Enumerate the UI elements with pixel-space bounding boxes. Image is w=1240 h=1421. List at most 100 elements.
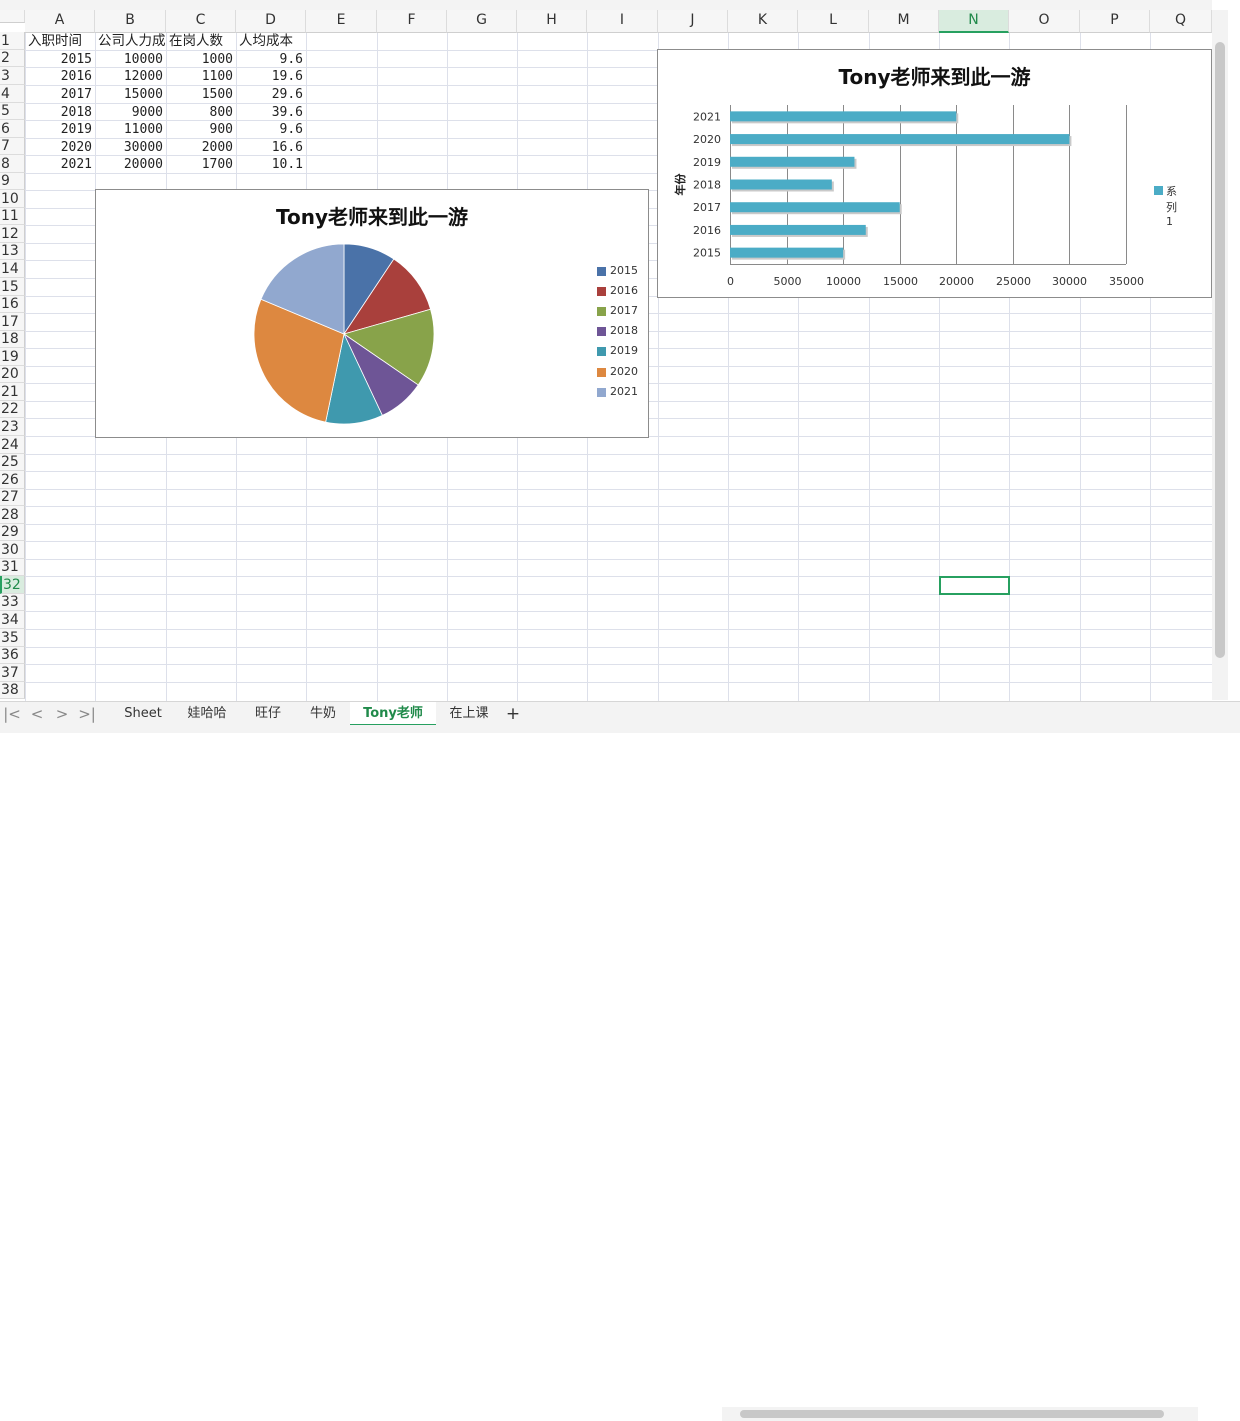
row-header-15[interactable]: 15: [0, 278, 25, 296]
column-header-d[interactable]: D: [236, 10, 306, 33]
column-header-g[interactable]: G: [447, 10, 517, 33]
row-header-20[interactable]: 20: [0, 366, 25, 383]
row-header-6[interactable]: 6: [0, 120, 25, 138]
data-cell[interactable]: 19.6: [237, 68, 306, 85]
row-header-9[interactable]: 9: [0, 173, 25, 190]
column-header-l[interactable]: L: [798, 10, 869, 33]
row-header-14[interactable]: 14: [0, 260, 25, 278]
column-header-m[interactable]: M: [869, 10, 939, 33]
vertical-scrollbar-thumb[interactable]: [1215, 42, 1225, 658]
header-cell[interactable]: 人均成本: [237, 33, 308, 50]
row-header-27[interactable]: 27: [0, 489, 25, 506]
column-header-j[interactable]: J: [658, 10, 728, 33]
tab-wangzai[interactable]: 旺仔: [240, 702, 296, 726]
row-header-11[interactable]: 11: [0, 208, 25, 225]
data-cell[interactable]: 10000: [96, 51, 166, 68]
data-cell[interactable]: 9.6: [237, 121, 306, 138]
row-header-1[interactable]: 1: [0, 32, 25, 50]
data-cell[interactable]: 30000: [96, 139, 166, 156]
row-header-22[interactable]: 22: [0, 401, 25, 418]
column-header-h[interactable]: H: [517, 10, 587, 33]
row-header-26[interactable]: 26: [0, 471, 25, 489]
data-cell[interactable]: 1700: [167, 156, 236, 173]
row-header-12[interactable]: 12: [0, 225, 25, 243]
data-cell[interactable]: 900: [167, 121, 236, 138]
row-header-3[interactable]: 3: [0, 67, 25, 85]
column-header-q[interactable]: Q: [1150, 10, 1212, 33]
data-cell[interactable]: 800: [167, 104, 236, 121]
row-header-24[interactable]: 24: [0, 436, 25, 454]
data-cell[interactable]: 2021: [26, 156, 95, 173]
data-cell[interactable]: 29.6: [237, 86, 306, 103]
row-header-38[interactable]: 38: [0, 682, 25, 699]
header-cell[interactable]: 入职时间: [26, 33, 97, 50]
data-cell[interactable]: 2000: [167, 139, 236, 156]
data-cell[interactable]: 1500: [167, 86, 236, 103]
row-header-18[interactable]: 18: [0, 331, 25, 348]
horizontal-scrollbar[interactable]: [722, 1407, 1198, 1421]
data-cell[interactable]: 39.6: [237, 104, 306, 121]
column-header-k[interactable]: K: [728, 10, 798, 33]
row-header-16[interactable]: 16: [0, 296, 25, 313]
last-sheet-button[interactable]: >|: [77, 702, 97, 726]
tab-zai-shangke[interactable]: 在上课: [438, 702, 500, 726]
header-cell[interactable]: 在岗人数: [167, 33, 238, 50]
data-cell[interactable]: 1100: [167, 68, 236, 85]
header-cell[interactable]: 公司人力成: [96, 33, 168, 50]
column-header-i[interactable]: I: [587, 10, 658, 33]
row-header-13[interactable]: 13: [0, 243, 25, 260]
column-header-p[interactable]: P: [1080, 10, 1150, 33]
row-header-4[interactable]: 4: [0, 85, 25, 103]
row-header-29[interactable]: 29: [0, 524, 25, 541]
row-header-30[interactable]: 30: [0, 541, 25, 559]
select-all-corner[interactable]: [0, 10, 25, 23]
row-header-36[interactable]: 36: [0, 647, 25, 664]
selected-cell[interactable]: [939, 576, 1010, 595]
tab-tony-laoshi[interactable]: Tony老师: [350, 702, 436, 726]
add-sheet-button[interactable]: +: [502, 702, 524, 726]
data-cell[interactable]: 2017: [26, 86, 95, 103]
column-header-o[interactable]: O: [1009, 10, 1080, 33]
column-header-f[interactable]: F: [377, 10, 447, 33]
row-header-35[interactable]: 35: [0, 629, 25, 647]
tab-wahaha[interactable]: 娃哈哈: [176, 702, 238, 726]
data-cell[interactable]: 15000: [96, 86, 166, 103]
bar-chart[interactable]: Tony老师来到此一游 0 5000 10000 15000 20000 25000 300…: [657, 49, 1212, 298]
row-header-17[interactable]: 17: [0, 313, 25, 331]
row-header-37[interactable]: 37: [0, 664, 25, 682]
row-header-19[interactable]: 19: [0, 348, 25, 366]
vertical-scrollbar[interactable]: [1212, 10, 1228, 700]
column-header-b[interactable]: B: [95, 10, 166, 33]
data-cell[interactable]: 11000: [96, 121, 166, 138]
data-cell[interactable]: 2016: [26, 68, 95, 85]
row-header-25[interactable]: 25: [0, 454, 25, 471]
row-header-2[interactable]: 2: [0, 50, 25, 67]
data-cell[interactable]: 2018: [26, 104, 95, 121]
column-header-n[interactable]: N: [939, 10, 1009, 33]
data-cell[interactable]: 20000: [96, 156, 166, 173]
row-header-33[interactable]: 33: [0, 594, 25, 611]
pie-chart[interactable]: Tony老师来到此一游 2015 2016 2017 2018 2019 2020 2021: [95, 189, 649, 438]
row-header-23[interactable]: 23: [0, 418, 25, 436]
row-header-28[interactable]: 28: [0, 506, 25, 524]
data-cell[interactable]: 2015: [26, 51, 95, 68]
data-cell[interactable]: 16.6: [237, 139, 306, 156]
data-cell[interactable]: 2019: [26, 121, 95, 138]
horizontal-scrollbar-thumb[interactable]: [740, 1410, 1164, 1418]
data-cell[interactable]: 10.1: [237, 156, 306, 173]
first-sheet-button[interactable]: |<: [2, 702, 22, 726]
column-header-e[interactable]: E: [306, 10, 377, 33]
tab-sheet[interactable]: Sheet: [112, 702, 174, 726]
data-cell[interactable]: 1000: [167, 51, 236, 68]
data-cell[interactable]: 12000: [96, 68, 166, 85]
data-cell[interactable]: 9.6: [237, 51, 306, 68]
row-header-32[interactable]: 32: [0, 576, 25, 594]
row-header-34[interactable]: 34: [0, 611, 25, 629]
row-header-7[interactable]: 7: [0, 138, 25, 155]
data-cell[interactable]: 9000: [96, 104, 166, 121]
prev-sheet-button[interactable]: <: [27, 702, 47, 726]
column-header-a[interactable]: A: [25, 10, 95, 33]
row-header-8[interactable]: 8: [0, 155, 25, 173]
row-header-5[interactable]: 5: [0, 103, 25, 120]
row-header-21[interactable]: 21: [0, 383, 25, 401]
